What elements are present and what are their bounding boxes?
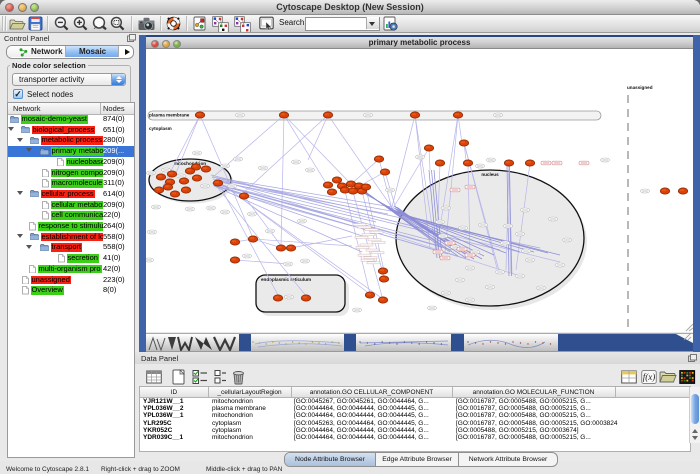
svg-text:nucleus: nucleus xyxy=(481,172,499,177)
svg-text:unassigned: unassigned xyxy=(627,85,653,90)
svg-text:cytoplasm: cytoplasm xyxy=(149,126,172,131)
svg-text:mitochondrion: mitochondrion xyxy=(174,161,206,166)
svg-text:plasma membrane: plasma membrane xyxy=(149,113,190,118)
svg-text:f(x): f(x) xyxy=(643,372,656,382)
